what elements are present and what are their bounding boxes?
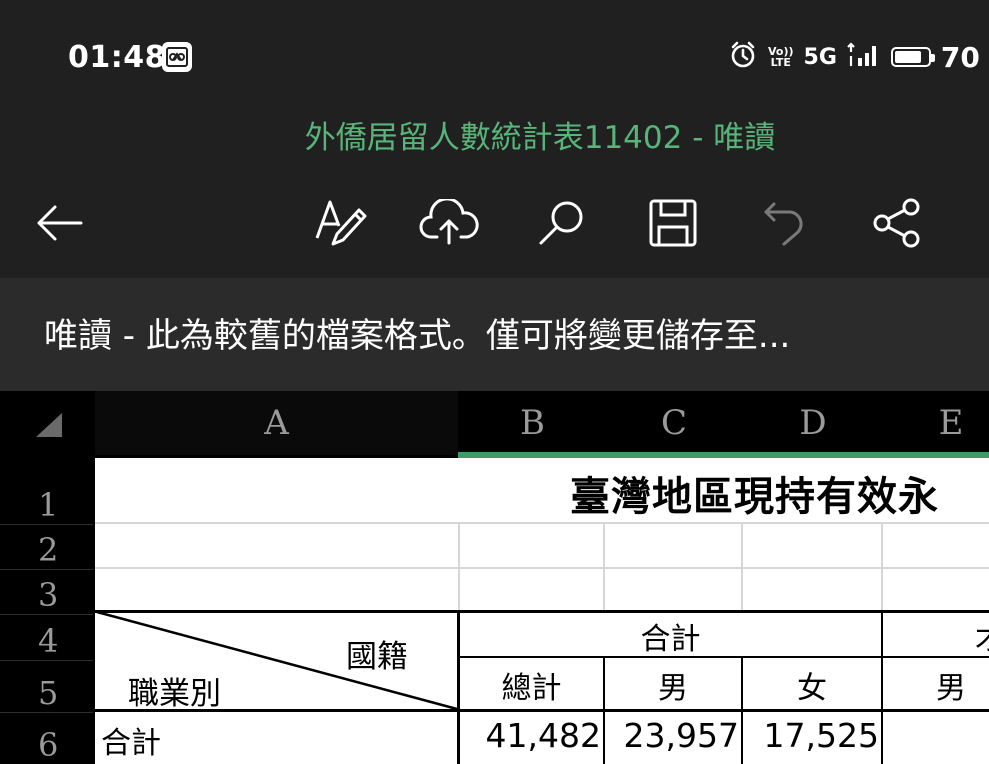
row6-label[interactable]: 合計 [101,718,161,762]
clock: 01:48 [68,40,166,75]
select-all-corner[interactable] [0,391,93,458]
toolbar [0,180,989,278]
row-header-1[interactable]: 1 [0,458,93,524]
volte-icon: Vo)) LTE [768,45,794,69]
row6-total[interactable]: 41,482 [460,716,601,755]
row-header-5[interactable]: 5 [0,662,93,712]
header-group-total[interactable]: 合計 [460,614,881,658]
status-icons: Vo)) LTE 5G 70 [728,40,989,74]
column-header-d[interactable]: D [743,391,883,455]
spreadsheet-grid: A B C D E 1 2 3 4 5 6 臺灣地區現持有效永 國籍 職業別 合… [0,391,989,764]
save-icon[interactable] [638,188,708,258]
header-male[interactable]: 男 [605,663,741,707]
signal-icon [847,42,881,72]
banner-text: 唯讀 - 此為較舊的檔案格式。僅可將變更儲存至... [44,316,791,356]
alarm-icon [728,40,758,74]
row-header-3[interactable]: 3 [0,571,93,614]
row6-female[interactable]: 17,525 [743,716,879,755]
read-only-banner[interactable]: 唯讀 - 此為較舊的檔案格式。僅可將變更儲存至... [0,278,989,391]
cloud-upload-icon[interactable] [414,188,484,258]
row6-male[interactable]: 23,957 [605,716,739,755]
gallery-app-icon [162,42,192,72]
back-arrow-icon[interactable] [24,188,94,258]
sheet-cells: 臺灣地區現持有效永 國籍 職業別 合計 才 總計 男 女 男 合計 41,482… [95,458,989,764]
column-header-a[interactable]: A [95,391,458,455]
font-format-icon[interactable] [306,188,376,258]
row-header-6[interactable]: 6 [0,714,93,764]
row-header-2[interactable]: 2 [0,526,93,569]
column-header-b[interactable]: B [460,391,605,455]
document-title: 外僑居留人數統計表11402 - 唯讀 [304,120,776,156]
diag-header-bottom[interactable]: 職業別 [128,668,221,713]
battery-icon [890,47,935,67]
search-icon[interactable] [526,188,596,258]
header-total[interactable]: 總計 [460,663,603,707]
share-icon[interactable] [862,188,932,258]
header-female[interactable]: 女 [743,663,881,707]
diag-header-top[interactable]: 國籍 [346,631,408,676]
battery-percent: 70 [940,40,980,74]
status-bar: 01:48 Vo)) LTE 5G 70 [0,0,989,112]
header-male-2[interactable]: 男 [883,663,989,707]
column-header-c[interactable]: C [605,391,743,455]
undo-icon[interactable] [750,188,820,258]
5g-indicator: 5G [803,44,837,70]
row-header-4[interactable]: 4 [0,616,93,660]
column-header-e[interactable]: E [883,391,989,455]
sheet-title-cell[interactable]: 臺灣地區現持有效永 [570,464,939,522]
header-group-partial[interactable]: 才 [975,614,989,658]
